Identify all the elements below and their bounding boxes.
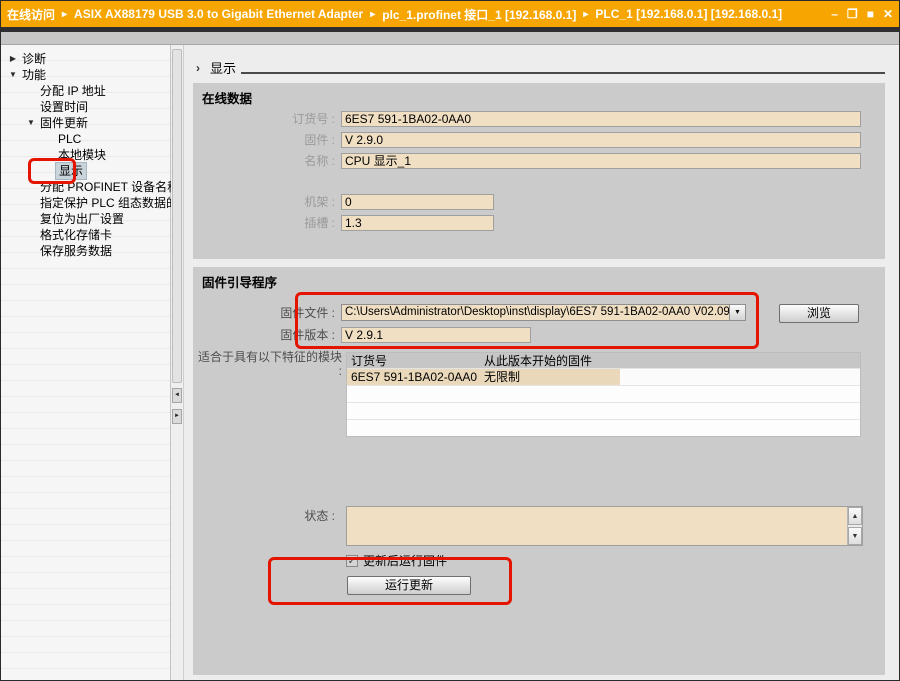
- table-row[interactable]: 6ES7 591-1BA02-0AA0 无限制: [347, 368, 860, 385]
- run-after-update-row: ✓ 更新后运行固件: [346, 552, 447, 569]
- firmware-field: V 2.9.0: [341, 132, 861, 148]
- status-textarea[interactable]: ▲ ▼: [346, 506, 863, 546]
- section-title-firmware-loader: 固件引导程序: [202, 272, 277, 291]
- breadcrumb-root[interactable]: 在线访问: [7, 6, 55, 23]
- firmware-version-field: V 2.9.1: [341, 327, 531, 343]
- table-row: [347, 402, 860, 419]
- pane-splitter-scrollbar[interactable]: ◄ ►: [171, 45, 184, 681]
- sidebar-item-save-service-data[interactable]: 保存服务数据: [1, 243, 170, 259]
- column-header-order-number[interactable]: 订货号: [347, 352, 480, 369]
- table-row: [347, 385, 860, 402]
- breadcrumb-separator-icon: ▸: [583, 9, 588, 20]
- scrollbar-thumb[interactable]: [172, 49, 182, 383]
- breadcrumb-separator-icon: ▸: [62, 9, 67, 20]
- online-access-window: 在线访问 ▸ ASIX AX88179 USB 3.0 to Gigabit E…: [0, 0, 900, 681]
- firmware-version-label: 固件版本 :: [193, 326, 341, 343]
- run-after-update-label: 更新后运行固件: [363, 552, 447, 569]
- sidebar-item-functions[interactable]: ▼ 功能: [1, 67, 170, 83]
- scroll-down-icon[interactable]: ▼: [848, 527, 862, 545]
- maximize-icon[interactable]: ■: [867, 7, 874, 21]
- run-after-update-checkbox[interactable]: ✓: [346, 555, 358, 567]
- firmware-loader-panel: 固件引导程序 固件文件 : C:\Users\Administrator\Des…: [193, 267, 885, 675]
- breadcrumb-separator-icon: ▸: [370, 9, 375, 20]
- function-tree-sidebar: ▶ 诊断 ▼ 功能 分配 IP 地址 设置时间 ▼ 固件更新 PLC 本地模块: [1, 45, 171, 681]
- collapse-icon[interactable]: ▼: [7, 67, 19, 83]
- scroll-up-icon[interactable]: ▲: [848, 507, 862, 525]
- sidebar-item-assign-ip[interactable]: 分配 IP 地址: [1, 83, 170, 99]
- title-bar: 在线访问 ▸ ASIX AX88179 USB 3.0 to Gigabit E…: [1, 1, 900, 27]
- order-number-field: 6ES7 591-1BA02-0AA0: [341, 111, 861, 127]
- firmware-file-value[interactable]: C:\Users\Administrator\Desktop\inst\disp…: [342, 305, 729, 320]
- dropdown-arrow-icon[interactable]: ▼: [729, 305, 745, 320]
- online-data-panel: 在线数据 订货号 : 6ES7 591-1BA02-0AA0 固件 : V 2.…: [193, 83, 885, 259]
- name-label: 名称 :: [193, 152, 341, 169]
- minimize-icon[interactable]: –: [831, 7, 838, 21]
- status-scrollbar: ▲ ▼: [847, 507, 862, 545]
- main-content: › 显示 在线数据 订货号 : 6ES7 591-1BA02-0AA0 固件 :…: [184, 45, 900, 681]
- sidebar-item-plc[interactable]: PLC: [1, 131, 170, 147]
- order-number-label: 订货号 :: [193, 110, 341, 127]
- section-title-online-data: 在线数据: [202, 88, 252, 107]
- close-icon[interactable]: ✕: [883, 7, 893, 21]
- breadcrumb: 在线访问 ▸ ASIX AX88179 USB 3.0 to Gigabit E…: [7, 6, 831, 23]
- sidebar-item-set-time[interactable]: 设置时间: [1, 99, 170, 115]
- sidebar-item-factory-reset[interactable]: 复位为出厂设置: [1, 211, 170, 227]
- sidebar-item-format-card[interactable]: 格式化存储卡: [1, 227, 170, 243]
- breadcrumb-plc[interactable]: PLC_1 [192.168.0.1] [192.168.0.1]: [595, 7, 782, 21]
- restore-icon[interactable]: ❐: [847, 7, 858, 21]
- sidebar-item-assign-profinet-name[interactable]: 分配 PROFINET 设备名称: [1, 179, 170, 195]
- page-title: › 显示: [196, 58, 236, 77]
- sidebar-item-display[interactable]: 显示: [1, 163, 170, 179]
- window-controls: – ❐ ■ ✕: [831, 7, 895, 21]
- expand-icon[interactable]: ▶: [7, 51, 19, 67]
- toolbar-strip: [1, 32, 900, 45]
- firmware-label: 固件 :: [193, 131, 341, 148]
- chevron-right-icon[interactable]: ›: [196, 61, 200, 75]
- sidebar-item-firmware-update[interactable]: ▼ 固件更新: [1, 115, 170, 131]
- slot-field: 1.3: [341, 215, 494, 231]
- rack-field: 0: [341, 194, 494, 210]
- suitable-modules-label: 适合于具有以下特征的模块 :: [196, 350, 342, 378]
- breadcrumb-interface[interactable]: plc_1.profinet 接口_1 [192.168.0.1]: [382, 6, 576, 23]
- sidebar-item-protect-password[interactable]: 指定保护 PLC 组态数据的密码: [1, 195, 170, 211]
- column-header-firmware-from-version[interactable]: 从此版本开始的固件: [480, 352, 620, 369]
- header-divider: [241, 72, 885, 74]
- status-label: 状态 :: [193, 507, 341, 524]
- sidebar-item-diagnostics[interactable]: ▶ 诊断: [1, 51, 170, 67]
- collapse-icon[interactable]: ▼: [25, 115, 37, 131]
- breadcrumb-adapter[interactable]: ASIX AX88179 USB 3.0 to Gigabit Ethernet…: [74, 7, 363, 21]
- table-row: [347, 419, 860, 436]
- status-value: [347, 507, 847, 545]
- slot-label: 插槽 :: [193, 214, 341, 231]
- name-field: CPU 显示_1: [341, 153, 861, 169]
- sidebar-item-local-modules[interactable]: 本地模块: [1, 147, 170, 163]
- suitable-modules-table: 订货号 从此版本开始的固件 6ES7 591-1BA02-0AA0 无限制: [346, 352, 861, 437]
- table-header-row: 订货号 从此版本开始的固件: [347, 353, 860, 368]
- rack-label: 机架 :: [193, 193, 341, 210]
- splitter-collapse-right-icon[interactable]: ►: [172, 409, 182, 424]
- firmware-file-combobox[interactable]: C:\Users\Administrator\Desktop\inst\disp…: [341, 304, 746, 321]
- firmware-file-label: 固件文件 :: [193, 304, 341, 321]
- run-update-button[interactable]: 运行更新: [347, 576, 471, 595]
- splitter-collapse-left-icon[interactable]: ◄: [172, 388, 182, 403]
- browse-button[interactable]: 浏览: [779, 304, 859, 323]
